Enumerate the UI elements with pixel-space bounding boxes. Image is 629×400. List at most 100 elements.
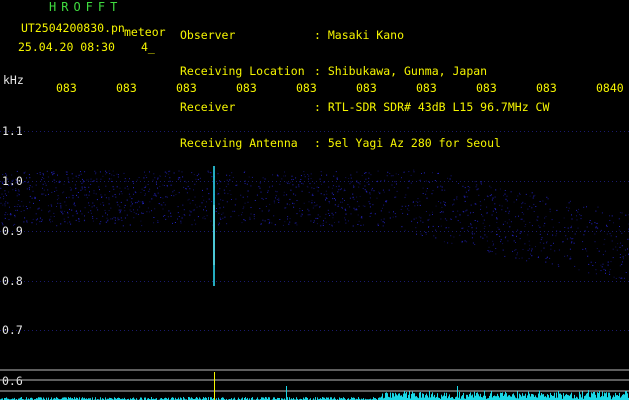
noise-pixel <box>244 202 246 204</box>
grid-dot <box>136 231 137 232</box>
noise-pixel <box>562 241 564 243</box>
noise-pixel <box>134 202 136 204</box>
grid-dot <box>256 181 257 182</box>
noise-pixel <box>164 171 166 173</box>
noise-pixel <box>492 240 494 242</box>
noise-pixel <box>113 175 115 177</box>
grid-dot <box>72 330 73 331</box>
noise-pixel <box>119 212 121 214</box>
grid-dot <box>520 330 521 331</box>
noise-pixel <box>545 203 547 205</box>
noise-pixel <box>415 217 417 219</box>
grid-dot <box>592 181 593 182</box>
noise-pixel <box>320 171 322 173</box>
noise-pixel <box>388 189 390 191</box>
noise-pixel <box>133 187 134 189</box>
spectrum-bar <box>445 396 446 400</box>
noise-pixel <box>568 202 570 204</box>
noise-pixel <box>541 237 543 239</box>
noise-pixel <box>361 175 363 177</box>
noise-pixel <box>567 227 569 229</box>
grid-dot <box>100 131 101 132</box>
grid-dot <box>460 131 461 132</box>
noise-pixel <box>77 177 79 178</box>
spectrum-bar <box>588 390 589 400</box>
noise-pixel <box>432 190 434 191</box>
grid-dot <box>240 181 241 182</box>
grid-dot <box>556 131 557 132</box>
grid-dot <box>392 231 393 232</box>
grid-dot <box>276 231 277 232</box>
noise-pixel <box>496 217 498 219</box>
noise-pixel <box>44 182 46 184</box>
noise-pixel <box>329 215 331 216</box>
noise-pixel <box>172 191 174 193</box>
spectrum-bar <box>563 393 564 400</box>
noise-pixel <box>289 204 291 206</box>
spectrum-bar <box>478 394 479 400</box>
grid-dot <box>428 330 429 331</box>
noise-pixel <box>219 207 221 209</box>
noise-pixel <box>42 187 43 189</box>
grid-dot <box>68 281 69 282</box>
grid-dot <box>196 181 197 182</box>
noise-pixel <box>18 190 20 192</box>
noise-pixel <box>279 183 281 185</box>
noise-pixel <box>332 198 334 200</box>
spectrum-bar <box>604 392 605 400</box>
noise-pixel <box>558 249 560 251</box>
noise-pixel <box>435 229 437 231</box>
grid-dot <box>272 330 273 331</box>
noise-pixel <box>226 179 228 181</box>
spectrum-bar <box>474 391 475 400</box>
noise-pixel <box>196 206 198 208</box>
noise-pixel <box>369 213 371 214</box>
noise-pixel <box>80 171 81 173</box>
grid-dot <box>380 231 381 232</box>
noise-pixel <box>335 171 337 173</box>
grid-dot <box>516 181 517 182</box>
noise-pixel <box>389 173 391 174</box>
grid-dot <box>92 231 93 232</box>
noise-pixel <box>133 211 135 213</box>
spectrum-bar <box>429 390 430 400</box>
grid-dot <box>416 231 417 232</box>
spectrum-bar <box>286 386 287 400</box>
noise-pixel <box>178 216 180 217</box>
grid-dot <box>332 231 333 232</box>
noise-pixel <box>186 192 188 194</box>
grid-dot <box>56 330 57 331</box>
grid-dot <box>208 181 209 182</box>
noise-pixel <box>64 221 66 223</box>
noise-pixel <box>445 227 447 229</box>
noise-pixel <box>197 216 199 218</box>
noise-pixel <box>416 233 417 235</box>
noise-pixel <box>395 216 397 218</box>
grid-dot <box>264 281 265 282</box>
noise-pixel <box>157 187 158 189</box>
noise-pixel <box>269 203 271 205</box>
noise-pixel <box>112 170 114 172</box>
noise-pixel <box>267 191 269 193</box>
grid-dot <box>344 181 345 182</box>
noise-pixel <box>284 221 286 223</box>
grid-dot <box>420 131 421 132</box>
noise-pixel <box>506 222 508 224</box>
grid-dot <box>512 131 513 132</box>
grid-dot <box>132 281 133 282</box>
grid-dot <box>368 330 369 331</box>
grid-dot <box>204 131 205 132</box>
noise-pixel <box>535 246 536 248</box>
noise-pixel <box>51 172 53 174</box>
noise-pixel <box>504 237 506 239</box>
grid-dot <box>624 330 625 331</box>
spectrum-bar <box>433 396 434 400</box>
noise-pixel <box>221 213 223 215</box>
grid-dot <box>352 181 353 182</box>
noise-pixel <box>527 249 529 251</box>
noise-pixel <box>152 179 154 181</box>
grid-dot <box>36 181 37 182</box>
grid-dot <box>604 181 605 182</box>
noise-pixel <box>358 220 360 222</box>
noise-pixel <box>77 192 79 193</box>
